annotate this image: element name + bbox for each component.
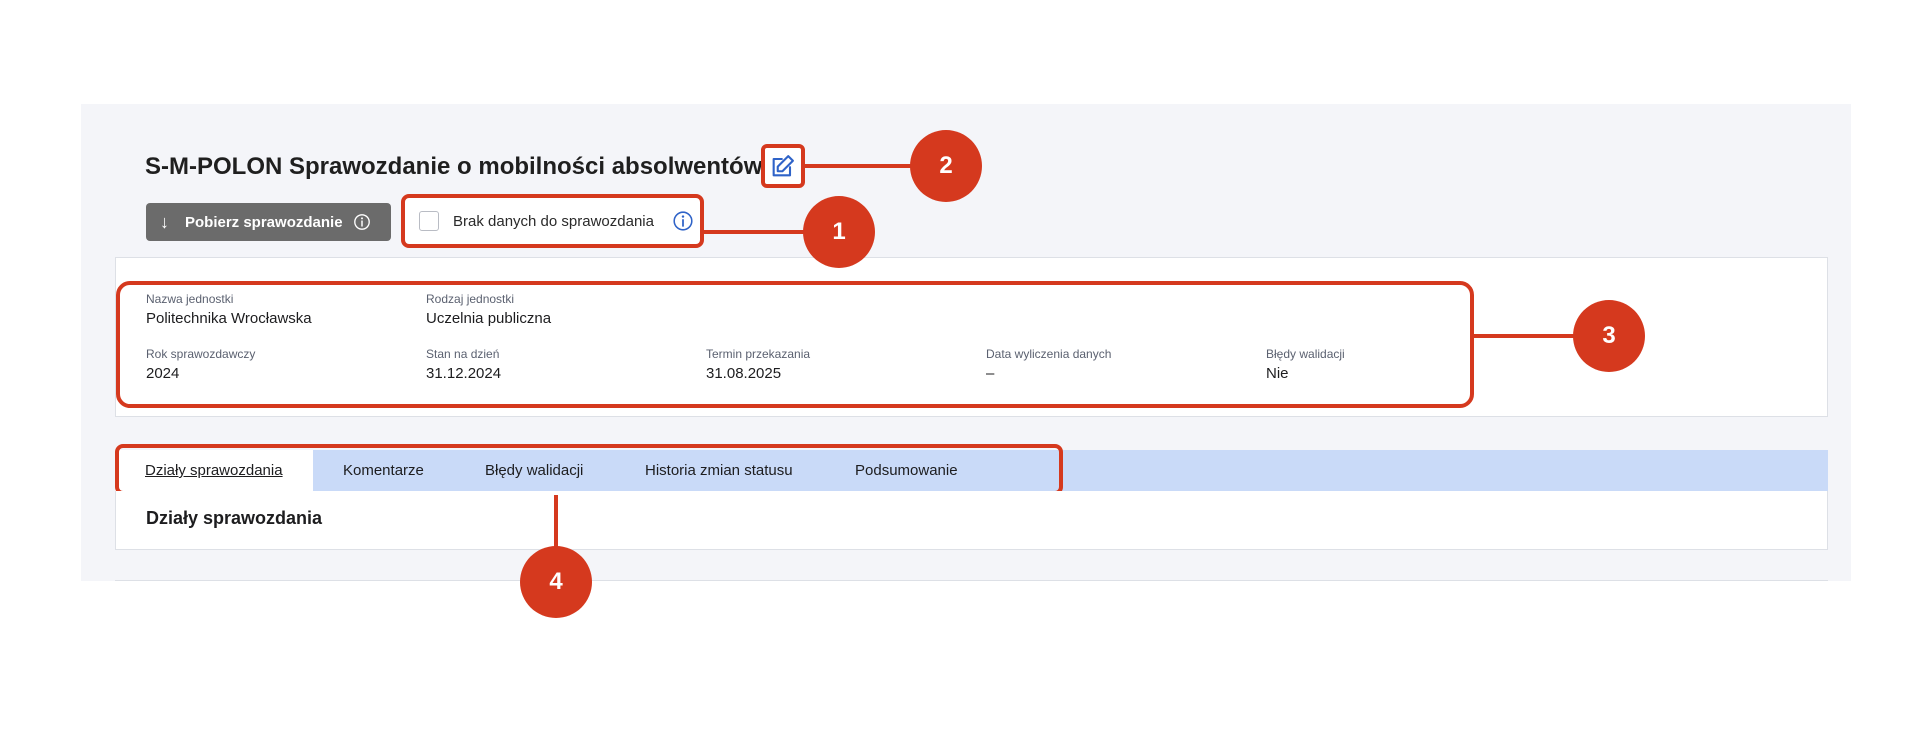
field-label: Rodzaj jednostki bbox=[426, 292, 515, 306]
section-card bbox=[115, 491, 1828, 550]
download-report-label: Pobierz sprawozdanie bbox=[185, 213, 343, 231]
field-value: 31.08.2025 bbox=[706, 365, 782, 382]
report-info-highlight bbox=[116, 281, 1474, 408]
no-data-label: Brak danych do sprawozdania bbox=[453, 212, 654, 230]
info-icon[interactable] bbox=[672, 210, 694, 232]
field-value: Politechnika Wrocławska bbox=[146, 310, 312, 327]
field-value: Uczelnia publiczna bbox=[426, 310, 552, 327]
field-as-of-date: Stan na dzień 31.12.2024 bbox=[426, 347, 501, 382]
edit-button[interactable] bbox=[761, 144, 805, 188]
callout-marker-2: 2 bbox=[910, 130, 982, 202]
field-data-calculation-date: Data wyliczenia danych – bbox=[986, 347, 1111, 382]
field-label: Rok sprawozdawczy bbox=[146, 347, 256, 361]
callout-line-2 bbox=[805, 164, 913, 168]
field-label: Termin przekazania bbox=[706, 347, 811, 361]
field-label: Data wyliczenia danych bbox=[986, 347, 1112, 361]
field-value: 31.12.2024 bbox=[426, 365, 502, 382]
divider bbox=[115, 580, 1828, 581]
arrow-down-icon: ↓ bbox=[160, 211, 169, 232]
field-value: – bbox=[986, 365, 995, 382]
field-report-year: Rok sprawozdawczy 2024 bbox=[146, 347, 255, 382]
callout-line-1 bbox=[704, 230, 806, 234]
callout-line-3 bbox=[1474, 334, 1576, 338]
callout-marker-4: 4 bbox=[520, 546, 592, 618]
field-unit-type: Rodzaj jednostki Uczelnia publiczna bbox=[426, 292, 551, 327]
field-submission-deadline: Termin przekazania 31.08.2025 bbox=[706, 347, 810, 382]
download-report-button[interactable]: ↓ Pobierz sprawozdanie bbox=[146, 203, 391, 241]
field-validation-errors: Błędy walidacji Nie bbox=[1266, 347, 1345, 382]
page-title: S-M-POLON Sprawozdanie o mobilności abso… bbox=[145, 153, 763, 180]
edit-icon bbox=[772, 155, 794, 177]
tabs-highlight bbox=[115, 444, 1063, 495]
no-data-checkbox[interactable] bbox=[419, 211, 439, 231]
field-value: 2024 bbox=[146, 365, 180, 382]
title-row: S-M-POLON Sprawozdanie o mobilności abso… bbox=[145, 150, 762, 184]
field-label: Błędy walidacji bbox=[1266, 347, 1345, 361]
field-value: Nie bbox=[1266, 365, 1289, 382]
info-icon bbox=[353, 213, 371, 231]
callout-marker-3: 3 bbox=[1573, 300, 1645, 372]
field-label: Nazwa jednostki bbox=[146, 292, 234, 306]
callout-marker-1: 1 bbox=[803, 196, 875, 268]
field-label: Stan na dzień bbox=[426, 347, 500, 361]
callout-line-4 bbox=[554, 495, 558, 547]
section-title: Działy sprawozdania bbox=[146, 508, 323, 528]
no-data-option: Brak danych do sprawozdania bbox=[401, 194, 704, 248]
field-unit-name: Nazwa jednostki Politechnika Wrocławska bbox=[146, 292, 312, 327]
